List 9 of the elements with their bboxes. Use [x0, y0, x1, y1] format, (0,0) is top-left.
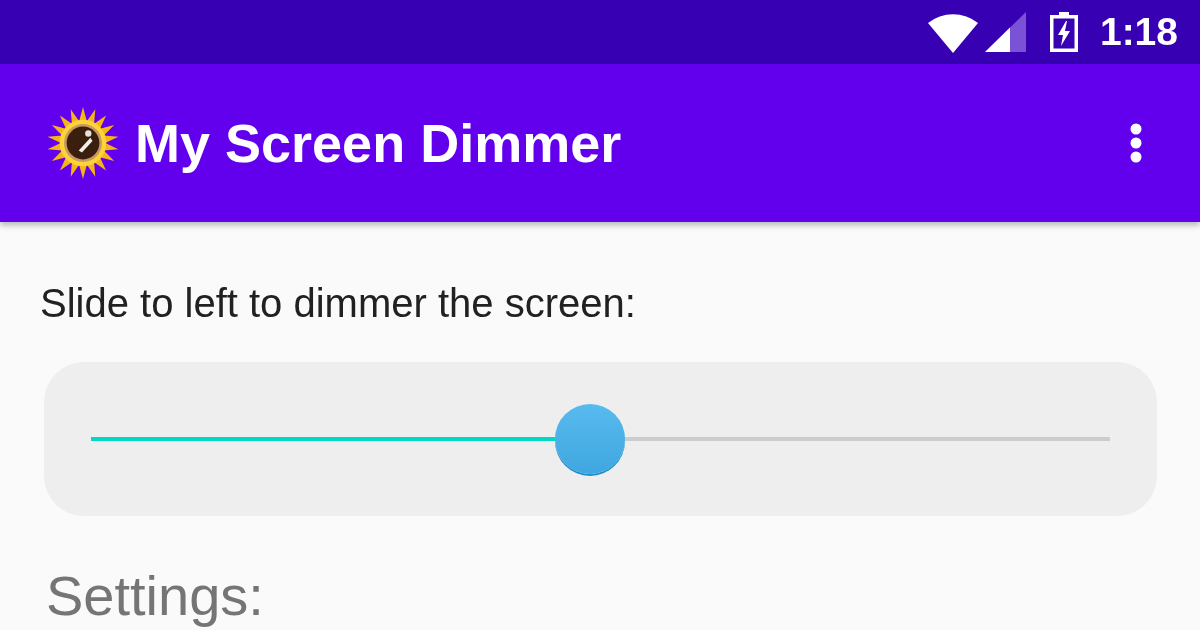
sun-icon	[46, 106, 120, 180]
clock-time: 1:18	[1099, 10, 1178, 54]
wifi-icon	[927, 11, 978, 53]
app-title: My Screen Dimmer	[135, 112, 622, 174]
instruction-text: Slide to left to dimmer the screen:	[40, 280, 636, 326]
battery-charging-icon	[1049, 12, 1078, 52]
settings-heading: Settings:	[46, 566, 264, 626]
signal-icon	[984, 12, 1026, 52]
overflow-menu-icon[interactable]	[1130, 123, 1142, 163]
